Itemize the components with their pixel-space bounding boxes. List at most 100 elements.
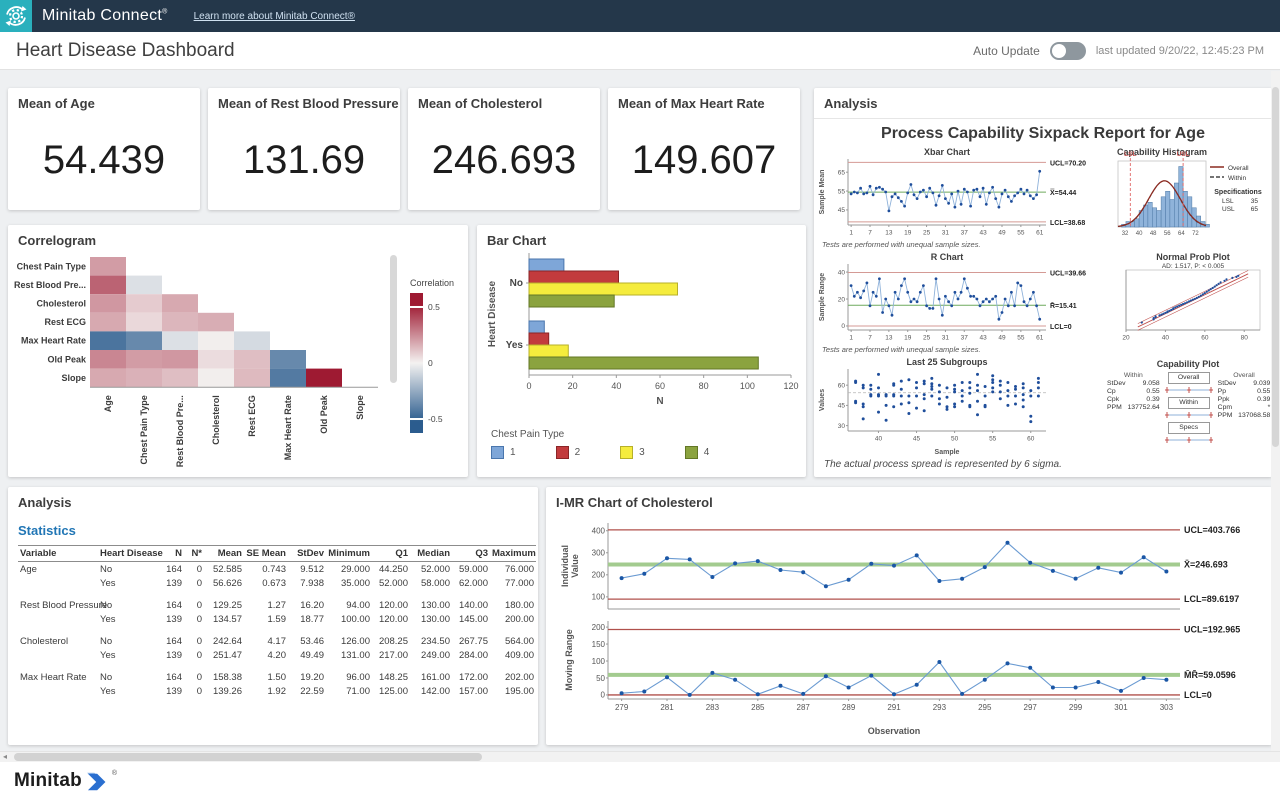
svg-text:60: 60	[655, 381, 665, 391]
svg-text:Sample: Sample	[935, 449, 960, 456]
capability-intervals: OverallWithinSpecs	[1161, 372, 1217, 447]
svg-text:Age: Age	[103, 395, 113, 412]
svg-text:50: 50	[951, 436, 959, 443]
svg-text:Rest Blood Pre...: Rest Blood Pre...	[14, 280, 86, 290]
table-row: Yes1390139.261.9222.5971.00125.00142.001…	[18, 684, 536, 698]
svg-text:297: 297	[1024, 703, 1038, 712]
svg-text:61: 61	[1036, 230, 1044, 237]
horizontal-scrollbar-thumb[interactable]	[14, 753, 482, 761]
scroll-left-arrow-icon[interactable]: ◂	[3, 752, 7, 762]
kpi-value: 131.69	[208, 138, 400, 183]
svg-text:Observation: Observation	[868, 726, 921, 736]
grouped-bar-chart: Heart Disease020406080100120NNoYes	[483, 249, 799, 427]
svg-text:Normal Prob Plot: Normal Prob Plot	[1156, 252, 1230, 262]
kpi-value: 149.607	[608, 138, 800, 183]
horizontal-scrollbar[interactable]: ◂	[0, 751, 1280, 762]
panel-title: Bar Chart	[487, 233, 546, 248]
svg-text:Specifications: Specifications	[1214, 189, 1262, 196]
svg-text:20: 20	[838, 296, 846, 303]
header-controls: Auto Update last updated 9/20/22, 12:45:…	[973, 42, 1264, 60]
panel-title: Correlogram	[18, 233, 96, 248]
svg-text:45: 45	[838, 403, 846, 410]
r-chart: R Chart0204017131925313743495561Sample R…	[818, 252, 1108, 344]
svg-text:0: 0	[601, 691, 606, 700]
svg-text:LCL=89.6197: LCL=89.6197	[1184, 594, 1239, 604]
minitab-connect-logo-icon[interactable]	[0, 0, 32, 32]
svg-text:300: 300	[592, 549, 606, 558]
minitab-footer-logo[interactable]: Minitab ®	[14, 770, 117, 792]
svg-text:N: N	[656, 396, 663, 407]
svg-text:65: 65	[838, 169, 846, 176]
svg-text:Sample Range: Sample Range	[819, 273, 826, 321]
auto-update-toggle[interactable]	[1050, 42, 1086, 60]
svg-text:120: 120	[783, 381, 798, 391]
svg-text:Within: Within	[1228, 175, 1246, 182]
svg-text:49: 49	[998, 335, 1006, 342]
svg-text:R̄=15.41: R̄=15.41	[1050, 301, 1077, 310]
svg-text:31: 31	[942, 230, 950, 237]
statistics-table: VariableHeart DiseaseNN*MeanSE MeanStDev…	[18, 545, 536, 698]
svg-text:Moving Range: Moving Range	[564, 629, 574, 691]
page-header: Heart Disease Dashboard Auto Update last…	[0, 32, 1280, 70]
capability-histogram: Capability HistogramLSLUSL324048566472Ov…	[1110, 147, 1268, 239]
r-chart-note: Tests are performed with unequal sample …	[822, 345, 981, 354]
svg-text:40: 40	[611, 381, 621, 391]
svg-text:40: 40	[1136, 231, 1143, 237]
svg-text:Last 25 Subgroups: Last 25 Subgroups	[906, 357, 987, 367]
last-updated-text: last updated 9/20/22, 12:45:23 PM	[1096, 45, 1264, 57]
table-row: Rest Blood PressureNo1640129.251.2716.20…	[18, 598, 536, 612]
svg-text:150: 150	[592, 640, 606, 649]
svg-text:Max Heart Rate: Max Heart Rate	[21, 336, 86, 346]
svg-text:55: 55	[989, 436, 997, 443]
minitab-chevron-icon	[87, 772, 111, 792]
kpi-value: 54.439	[8, 138, 200, 183]
correlogram-heatmap: Chest Pain Type Rest Blood Pre... Choleste…	[10, 251, 400, 473]
svg-text:Value: Value	[570, 554, 580, 578]
svg-text:Slope: Slope	[355, 395, 365, 420]
svg-text:Chest Pain Type: Chest Pain Type	[17, 261, 86, 271]
svg-text:Sample Mean: Sample Mean	[819, 170, 826, 215]
overall-stats: OverallStDev9.039Pp0.55Ppk0.39Cpm*PPM137…	[1217, 372, 1272, 447]
brand-name: Minitab Connect	[42, 7, 162, 24]
learn-more-link[interactable]: Learn more about Minitab Connect®	[194, 11, 355, 22]
svg-text:55: 55	[1017, 230, 1025, 237]
svg-text:19: 19	[904, 335, 912, 342]
svg-text:301: 301	[1114, 703, 1128, 712]
footer-brand-name: Minitab	[14, 770, 82, 792]
svg-text:64: 64	[1178, 231, 1185, 237]
svg-text:Rest ECG: Rest ECG	[247, 395, 257, 437]
svg-text:7: 7	[868, 230, 872, 237]
auto-update-label: Auto Update	[973, 44, 1040, 58]
svg-text:Cholesterol: Cholesterol	[36, 299, 86, 309]
panel-title: I-MR Chart of Cholesterol	[556, 495, 713, 510]
svg-text:USL: USL	[1177, 151, 1190, 158]
sixpack-footnote: The actual process spread is represented…	[824, 459, 1062, 470]
svg-text:40: 40	[875, 436, 883, 443]
legend-title: Chest Pain Type	[491, 429, 709, 440]
svg-text:Correlation: Correlation	[410, 278, 454, 288]
bar-chart-panel: Bar Chart Heart Disease020406080100120NN…	[477, 225, 806, 477]
svg-text:100: 100	[592, 593, 606, 602]
kpi-title: Mean of Cholesterol	[418, 96, 542, 111]
svg-text:281: 281	[660, 703, 674, 712]
svg-text:30: 30	[838, 423, 846, 430]
vertical-scrollbar-thumb[interactable]	[1272, 87, 1279, 447]
svg-text:289: 289	[842, 703, 856, 712]
table-row: Yes1390251.474.2049.49131.00217.00249.00…	[18, 648, 536, 662]
legend-item: 3	[620, 446, 645, 459]
svg-text:55: 55	[1017, 335, 1025, 342]
legend-item: 2	[556, 446, 581, 459]
svg-text:37: 37	[961, 230, 969, 237]
brand-registered-mark: ®	[162, 9, 167, 16]
statistics-heading: Statistics	[18, 523, 76, 538]
last-25-subgroups-chart: Last 25 Subgroups3045604045505560SampleV…	[818, 357, 1108, 457]
svg-text:Overall: Overall	[1228, 165, 1249, 172]
svg-text:19: 19	[904, 230, 912, 237]
svg-text:61: 61	[1036, 335, 1044, 342]
correlogram-scrollbar[interactable]	[390, 255, 397, 383]
within-stats: WithinStDev9.058Cp0.55Cpk0.39PPM137752.6…	[1106, 372, 1161, 447]
svg-text:LCL=0: LCL=0	[1184, 690, 1212, 700]
svg-text:USL: USL	[1222, 206, 1235, 213]
vertical-scrollbar[interactable]	[1271, 71, 1280, 751]
svg-text:200: 200	[592, 571, 606, 580]
